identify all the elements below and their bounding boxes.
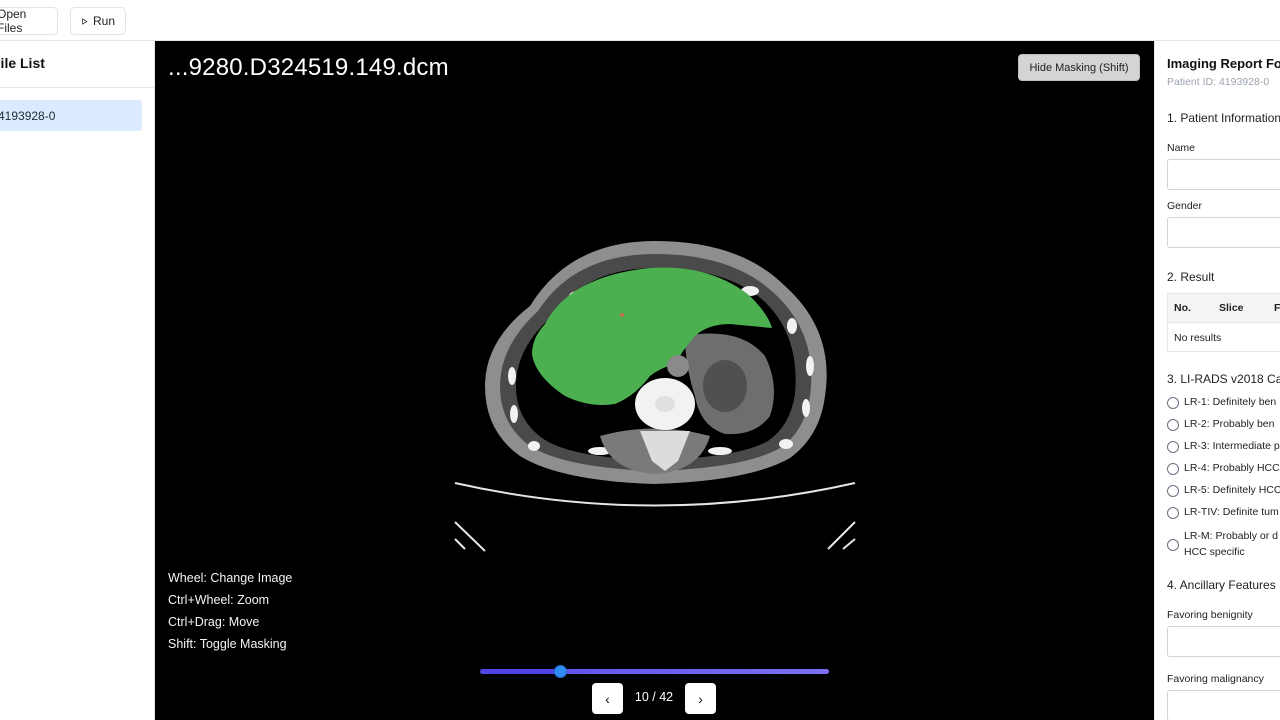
open-files-label: Open Files — [0, 7, 27, 35]
lirads-option-label: LR-TIV: Definite tum — [1184, 506, 1279, 518]
result-table: No. Slice F No results — [1167, 293, 1280, 352]
lirads-option-label: LR-M: Probably or d HCC specific — [1184, 528, 1278, 560]
radio-button[interactable] — [1167, 538, 1179, 551]
slice-slider[interactable] — [480, 665, 829, 678]
column-header: No. — [1174, 302, 1191, 314]
radio-button[interactable] — [1167, 441, 1179, 453]
file-list-title: File List — [0, 55, 45, 71]
radio-button[interactable] — [1167, 397, 1179, 409]
shortcut-line: Shift: Toggle Masking — [168, 637, 287, 651]
radio-button[interactable] — [1167, 507, 1179, 519]
favoring-benignity-label: Favoring benignity — [1167, 609, 1253, 621]
open-files-button[interactable]: Open Files — [0, 7, 58, 35]
run-label: Run — [92, 14, 115, 28]
lirads-option[interactable]: LR-M: Probably or d HCC specific — [1167, 528, 1278, 560]
lirads-option[interactable]: LR-1: Definitely ben — [1167, 396, 1276, 409]
result-table-header: No. Slice F — [1168, 294, 1280, 323]
radio-button[interactable] — [1167, 463, 1179, 475]
play-icon — [82, 18, 88, 24]
favoring-malignancy-label: Favoring malignancy — [1167, 673, 1264, 685]
next-slice-button[interactable]: › — [685, 683, 716, 714]
divider — [0, 87, 155, 88]
name-label: Name — [1167, 142, 1196, 154]
radio-button[interactable] — [1167, 419, 1179, 431]
shortcut-line: Ctrl+Wheel: Zoom — [168, 593, 270, 607]
toolbar: Open Files Run — [0, 0, 1280, 41]
slice-slider-thumb[interactable] — [553, 665, 567, 678]
section-patient-info: 1. Patient Information — [1167, 111, 1280, 125]
run-button[interactable]: Run — [70, 7, 126, 35]
lirads-option-label-line: LR-M: Probably or d — [1184, 530, 1278, 542]
section-ancillary: 4. Ancillary Features — [1167, 578, 1276, 592]
name-input[interactable] — [1167, 159, 1280, 190]
lirads-option[interactable]: LR-3: Intermediate p — [1167, 440, 1280, 453]
gender-input[interactable] — [1167, 217, 1280, 248]
lirads-option-label-line: HCC specific — [1184, 546, 1245, 558]
chevron-left-icon: ‹ — [605, 690, 610, 707]
lirads-option-label: LR-2: Probably ben — [1184, 418, 1275, 430]
slice-slider-fill — [480, 669, 560, 674]
file-list-panel: File List 4193928-0 — [0, 41, 155, 720]
previous-slice-button[interactable]: ‹ — [592, 683, 623, 714]
section-result: 2. Result — [1167, 270, 1215, 284]
ct-slice-image[interactable] — [450, 236, 860, 556]
lirads-option-label: LR-4: Probably HCC — [1184, 462, 1280, 474]
section-lirads: 3. LI-RADS v2018 Category — [1167, 372, 1280, 386]
image-filename: ...9280.D324519.149.dcm — [168, 54, 449, 81]
report-title: Imaging Report Form — [1167, 56, 1280, 71]
lirads-option[interactable]: LR-TIV: Definite tum — [1167, 506, 1279, 519]
shortcut-help: Wheel: Change Image Ctrl+Wheel: Zoom Ctr… — [168, 567, 292, 655]
patient-id: Patient ID: 4193928-0 — [1167, 76, 1270, 88]
shortcut-line: Wheel: Change Image — [168, 571, 293, 585]
radio-button[interactable] — [1167, 485, 1179, 497]
report-form-panel: Imaging Report Form Patient ID: 4193928-… — [1154, 41, 1280, 720]
lirads-option[interactable]: LR-2: Probably ben — [1167, 418, 1274, 431]
gender-label: Gender — [1167, 200, 1203, 212]
slice-indicator: 10 / 42 — [634, 690, 674, 704]
lirads-option[interactable]: LR-5: Definitely HCC — [1167, 484, 1280, 497]
hide-masking-button[interactable]: Hide Masking (Shift) — [1018, 54, 1140, 81]
hide-masking-label: Hide Masking (Shift) — [1029, 61, 1129, 74]
lirads-option-label: LR-1: Definitely ben — [1184, 396, 1277, 408]
lirads-option-label: LR-5: Definitely HCC — [1184, 484, 1280, 496]
lirads-option[interactable]: LR-4: Probably HCC — [1167, 462, 1280, 475]
result-empty-text: No results — [1174, 332, 1222, 344]
lirads-option-label: LR-3: Intermediate p — [1184, 440, 1280, 452]
chevron-right-icon: › — [698, 690, 703, 707]
dicom-viewer[interactable]: ...9280.D324519.149.dcm Hide Masking (Sh… — [155, 41, 1154, 720]
favoring-benignity-input[interactable] — [1167, 626, 1280, 657]
favoring-malignancy-input[interactable] — [1167, 690, 1280, 720]
column-header: Slice — [1219, 302, 1244, 314]
column-header: F — [1274, 302, 1280, 314]
shortcut-line: Ctrl+Drag: Move — [168, 615, 260, 629]
file-list-item-label: 4193928-0 — [0, 108, 56, 123]
file-list-item[interactable]: 4193928-0 — [0, 100, 142, 131]
